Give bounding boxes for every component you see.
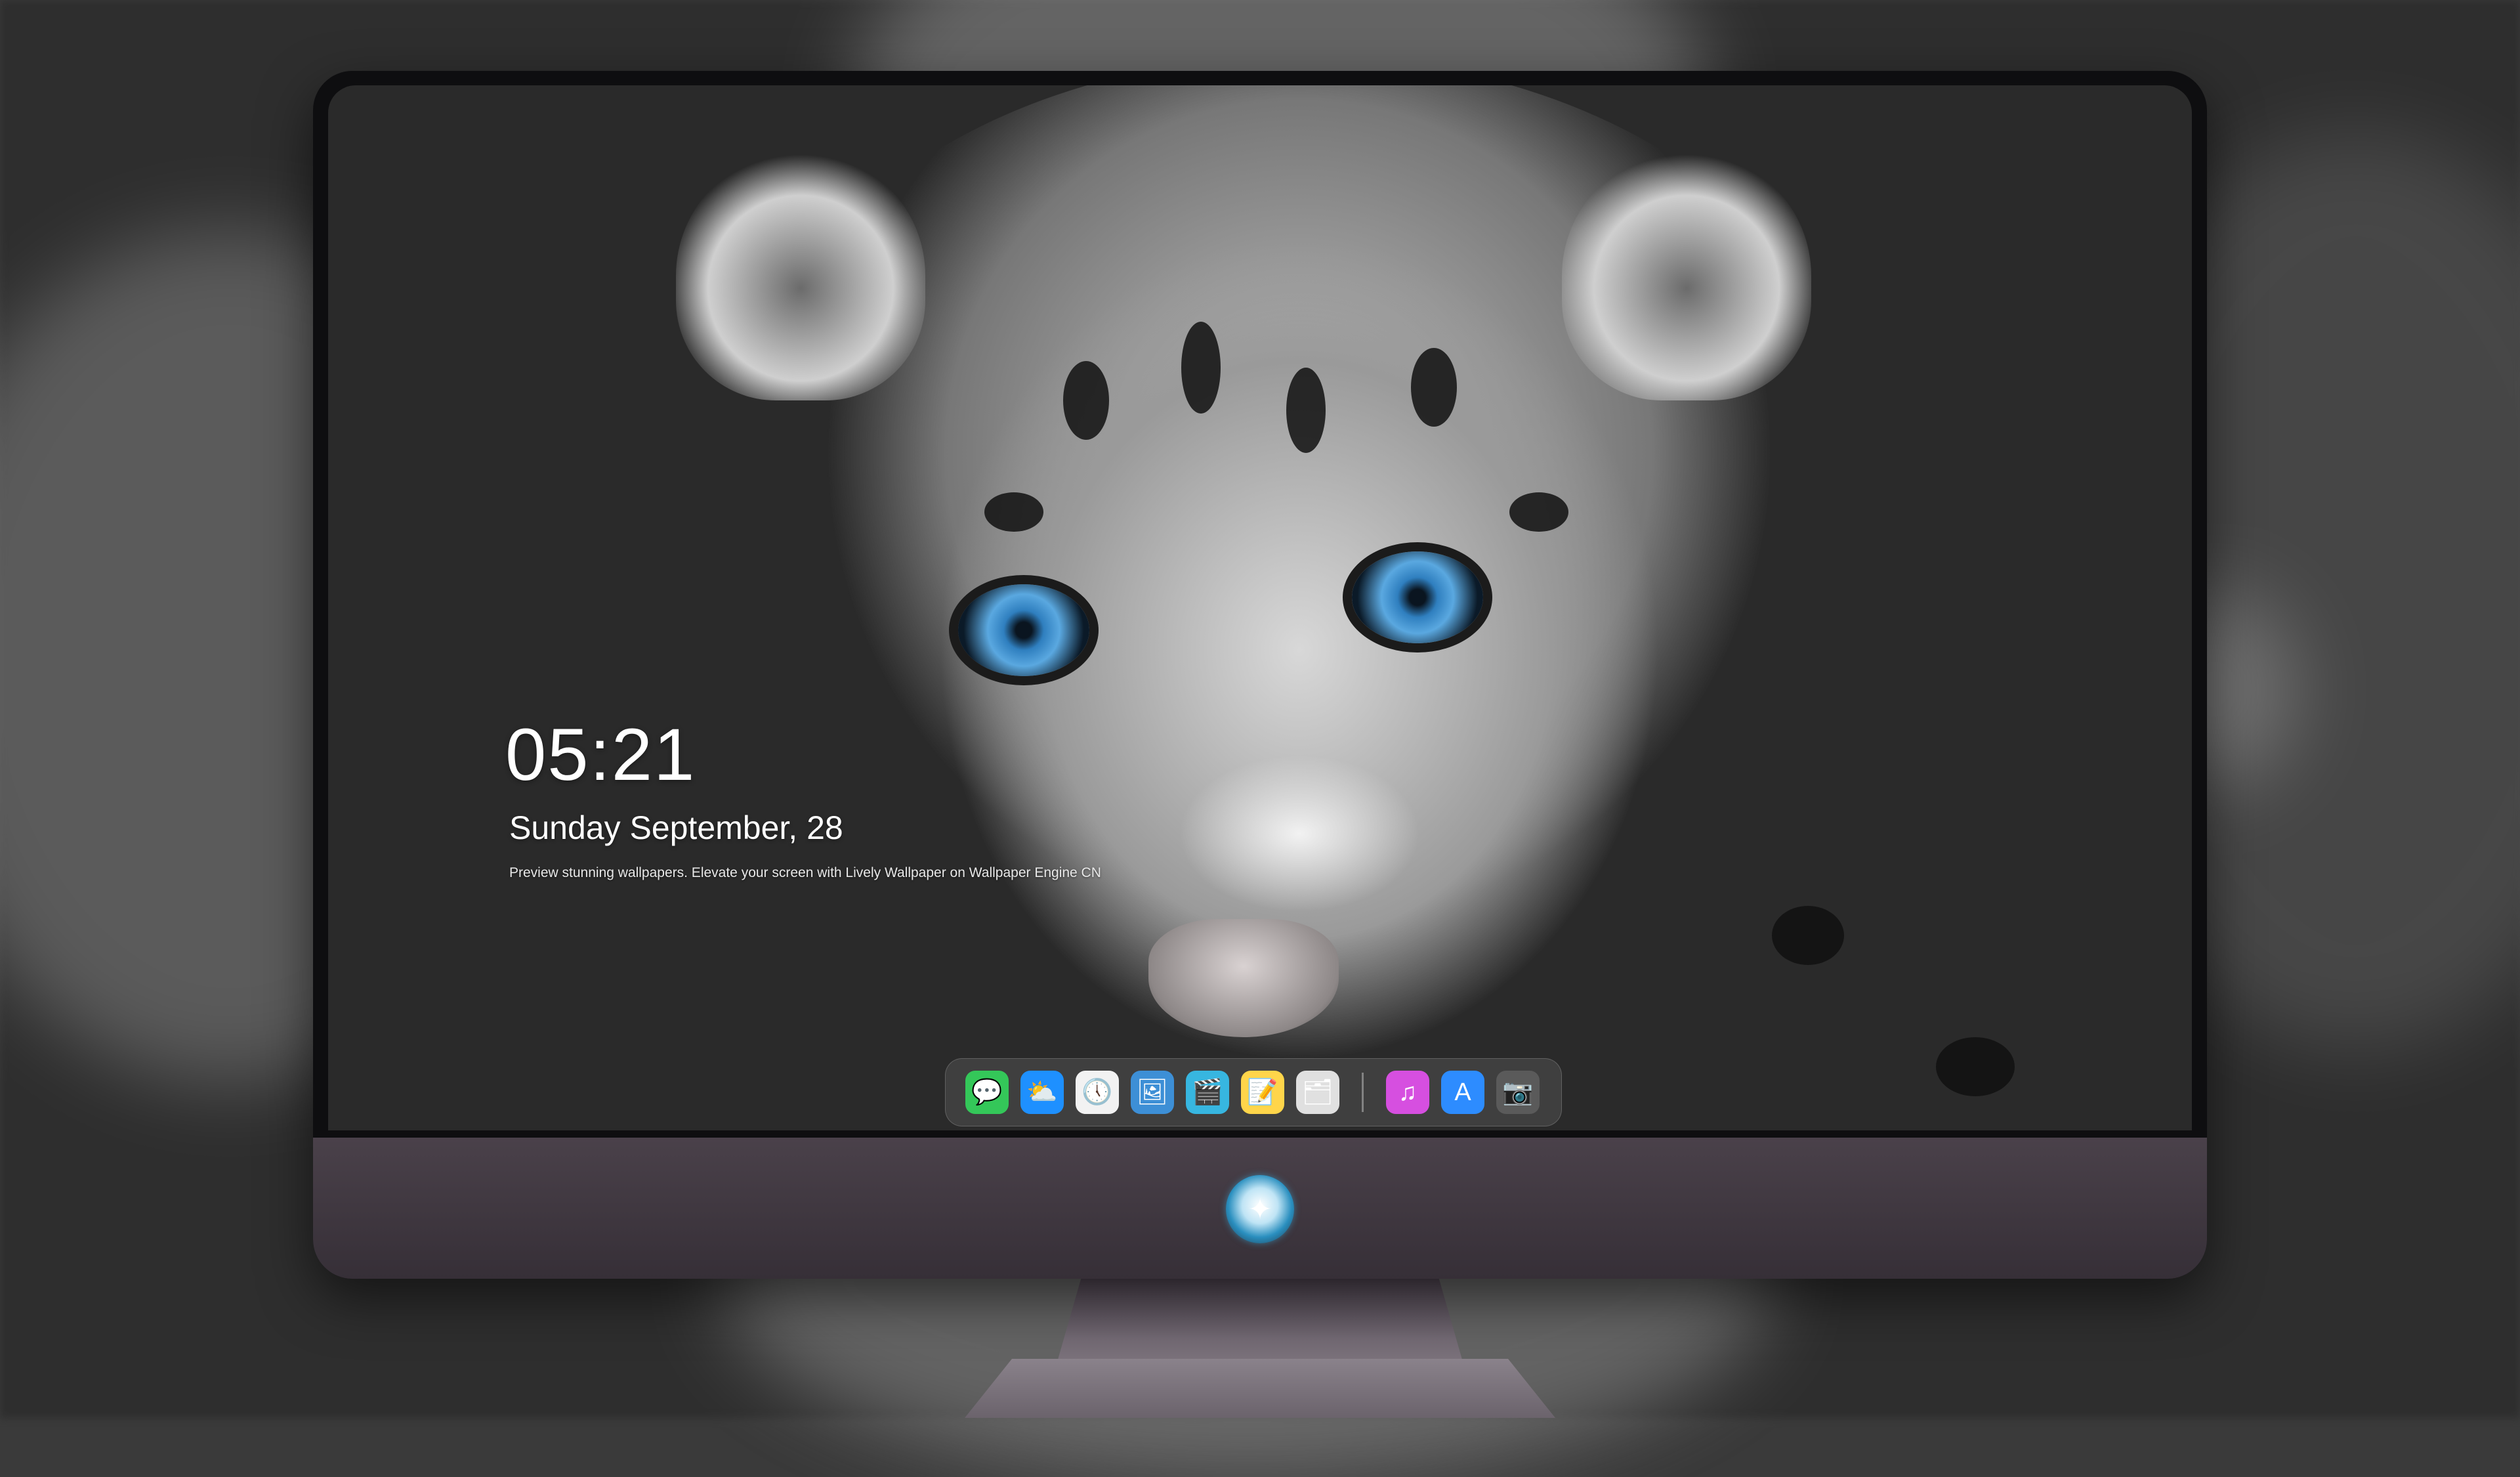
monitor-stand-base [965, 1359, 1555, 1418]
lock-screen-clock: 05:21 [505, 714, 696, 796]
notes-icon[interactable]: 📝 [1241, 1071, 1284, 1114]
wallpaper-spot [1411, 348, 1457, 427]
messages-icon[interactable]: 💬 [965, 1071, 1009, 1114]
camera-icon[interactable]: 📷 [1496, 1071, 1540, 1114]
wallpaper-spot [1509, 492, 1568, 532]
dock-separator [1362, 1073, 1364, 1112]
wallpaper-ear-left [676, 151, 925, 400]
preview-icon[interactable]: 🖼 [1131, 1071, 1174, 1114]
wallpaper-eye-left [958, 584, 1089, 676]
final-cut-icon[interactable]: 🎬 [1186, 1071, 1229, 1114]
wallpaper-spot [1936, 1037, 2015, 1096]
wallpaper-spot [1772, 906, 1844, 965]
photo-booth-icon[interactable]: 🗂 [1296, 1071, 1339, 1114]
brand-logo-icon: ✦ [1226, 1175, 1294, 1243]
wallpaper-ear-right [1562, 151, 1811, 400]
clock-icon[interactable]: 🕔 [1076, 1071, 1119, 1114]
app-store-icon[interactable]: A [1441, 1071, 1484, 1114]
desktop-screen [328, 85, 2192, 1130]
wallpaper-spot [1063, 361, 1109, 440]
wallpaper-spot [1181, 322, 1221, 414]
wallpaper-nose [1148, 919, 1339, 1037]
music-icon[interactable]: ♫ [1386, 1071, 1429, 1114]
weather-icon[interactable]: ⛅ [1020, 1071, 1064, 1114]
wallpaper-spot [1286, 368, 1326, 453]
wallpaper-caption: Preview stunning wallpapers. Elevate you… [509, 865, 1101, 880]
wallpaper-spot [984, 492, 1043, 532]
dock: 💬 ⛅ 🕔 🖼 🎬 📝 🗂 ♫ A 📷 [945, 1058, 1562, 1126]
monitor-stand [1057, 1279, 1463, 1364]
lock-screen-date: Sunday September, 28 [509, 809, 843, 846]
wallpaper-eye-right [1352, 551, 1483, 643]
